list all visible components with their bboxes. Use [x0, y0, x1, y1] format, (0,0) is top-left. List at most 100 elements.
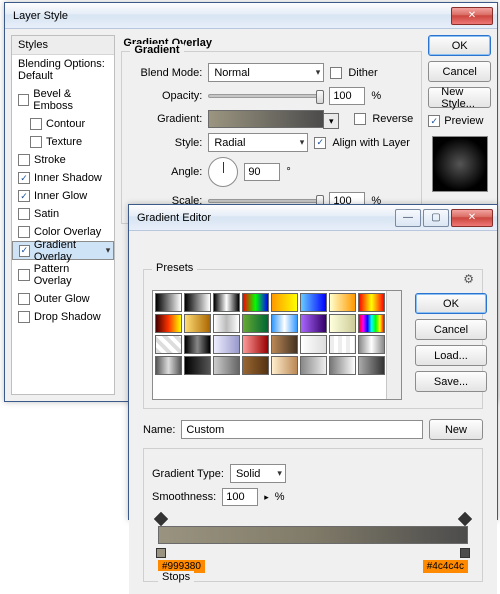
style-checkbox[interactable]: [18, 311, 30, 323]
preset-swatch[interactable]: [184, 335, 211, 354]
style-checkbox[interactable]: ✓: [18, 190, 30, 202]
style-item-label: Contour: [46, 118, 85, 130]
new-style-button[interactable]: New Style...: [428, 87, 491, 108]
dither-checkbox[interactable]: [330, 67, 342, 79]
preset-swatch[interactable]: [358, 335, 385, 354]
preset-swatch[interactable]: [271, 335, 298, 354]
ge-ok-button[interactable]: OK: [415, 293, 487, 314]
color-stop[interactable]: [156, 548, 166, 558]
ge-load-button[interactable]: Load...: [415, 345, 487, 366]
preset-swatch[interactable]: [329, 293, 356, 312]
stops-label: Stops: [158, 571, 194, 583]
preset-swatch[interactable]: [329, 335, 356, 354]
preset-swatch[interactable]: [329, 314, 356, 333]
gradient-editor-window: Gradient Editor — ▢ ✕ Presets ⚙ OK Cance…: [128, 204, 498, 520]
preset-swatch[interactable]: [213, 335, 240, 354]
style-item[interactable]: ✓Gradient Overlay: [12, 241, 114, 260]
reverse-label: Reverse: [372, 113, 413, 125]
style-item[interactable]: Contour: [12, 115, 114, 133]
style-checkbox[interactable]: [18, 269, 30, 281]
layer-style-titlebar[interactable]: Layer Style ✕: [5, 3, 497, 29]
style-checkbox[interactable]: [30, 118, 42, 130]
preset-swatch[interactable]: [271, 314, 298, 333]
preview-checkbox[interactable]: ✓: [428, 115, 440, 127]
style-item[interactable]: ✓Inner Shadow: [12, 169, 114, 187]
style-item[interactable]: Drop Shadow: [12, 308, 114, 326]
align-label: Align with Layer: [332, 137, 410, 149]
ge-cancel-button[interactable]: Cancel: [415, 319, 487, 340]
preset-swatch[interactable]: [242, 314, 269, 333]
type-select[interactable]: Solid: [230, 464, 286, 483]
gradient-bar[interactable]: [158, 526, 468, 544]
preset-swatch[interactable]: [184, 356, 211, 375]
style-checkbox[interactable]: ✓: [19, 245, 30, 257]
preset-swatch[interactable]: [242, 335, 269, 354]
ok-button[interactable]: OK: [428, 35, 491, 56]
smoothness-input[interactable]: 100: [222, 488, 258, 506]
preset-swatch[interactable]: [300, 356, 327, 375]
name-input[interactable]: Custom: [181, 420, 423, 439]
preset-swatch[interactable]: [155, 335, 182, 354]
preset-swatch[interactable]: [155, 356, 182, 375]
align-checkbox[interactable]: ✓: [314, 137, 326, 149]
style-item[interactable]: Outer Glow: [12, 290, 114, 308]
styles-header[interactable]: Styles: [12, 36, 114, 55]
gear-icon[interactable]: ⚙: [463, 272, 474, 286]
scrollbar[interactable]: [386, 291, 401, 399]
maximize-icon[interactable]: ▢: [423, 209, 449, 227]
style-checkbox[interactable]: [18, 154, 30, 166]
cancel-button[interactable]: Cancel: [428, 61, 491, 82]
minimize-icon[interactable]: —: [395, 209, 421, 227]
preset-swatch[interactable]: [329, 356, 356, 375]
angle-label: Angle:: [130, 166, 202, 178]
preset-swatch[interactable]: [300, 293, 327, 312]
style-item[interactable]: Bevel & Emboss: [12, 85, 114, 115]
preset-swatch[interactable]: [300, 335, 327, 354]
style-item[interactable]: Texture: [12, 133, 114, 151]
preset-swatch[interactable]: [358, 314, 385, 333]
preset-swatch[interactable]: [358, 356, 385, 375]
style-select[interactable]: Radial: [208, 133, 308, 152]
style-item[interactable]: Stroke: [12, 151, 114, 169]
preset-swatch[interactable]: [155, 293, 182, 312]
opacity-stop[interactable]: [458, 512, 472, 526]
gradient-picker[interactable]: [208, 110, 324, 128]
gradient-editor-titlebar[interactable]: Gradient Editor — ▢ ✕: [129, 205, 497, 231]
color-stop[interactable]: [460, 548, 470, 558]
reverse-checkbox[interactable]: [354, 113, 366, 125]
preset-swatch[interactable]: [184, 314, 211, 333]
angle-input[interactable]: 90: [244, 163, 280, 181]
new-button[interactable]: New: [429, 419, 483, 440]
preset-swatch[interactable]: [184, 293, 211, 312]
style-checkbox[interactable]: [18, 208, 30, 220]
style-checkbox[interactable]: [18, 94, 29, 106]
close-icon[interactable]: ✕: [451, 209, 493, 227]
style-item[interactable]: Satin: [12, 205, 114, 223]
opacity-stop[interactable]: [154, 512, 168, 526]
blending-options-item[interactable]: Blending Options: Default: [12, 55, 114, 85]
preset-swatch[interactable]: [155, 314, 182, 333]
style-checkbox[interactable]: [18, 293, 30, 305]
close-icon[interactable]: ✕: [451, 7, 493, 25]
angle-dial[interactable]: [208, 157, 238, 187]
ge-save-button[interactable]: Save...: [415, 371, 487, 392]
style-checkbox[interactable]: [18, 226, 30, 238]
style-item[interactable]: ✓Inner Glow: [12, 187, 114, 205]
preset-swatch[interactable]: [213, 356, 240, 375]
blendmode-select[interactable]: Normal: [208, 63, 324, 82]
style-checkbox[interactable]: ✓: [18, 172, 30, 184]
preset-swatch[interactable]: [213, 293, 240, 312]
preset-swatch[interactable]: [300, 314, 327, 333]
preset-grid[interactable]: [152, 290, 402, 400]
preset-swatch[interactable]: [242, 356, 269, 375]
preset-swatch[interactable]: [271, 293, 298, 312]
opacity-slider[interactable]: [208, 94, 323, 98]
preset-swatch[interactable]: [358, 293, 385, 312]
style-checkbox[interactable]: [30, 136, 42, 148]
style-item[interactable]: Pattern Overlay: [12, 260, 114, 290]
preset-swatch[interactable]: [213, 314, 240, 333]
preset-swatch[interactable]: [271, 356, 298, 375]
scale-slider[interactable]: [208, 199, 323, 203]
opacity-input[interactable]: 100: [329, 87, 365, 105]
preset-swatch[interactable]: [242, 293, 269, 312]
